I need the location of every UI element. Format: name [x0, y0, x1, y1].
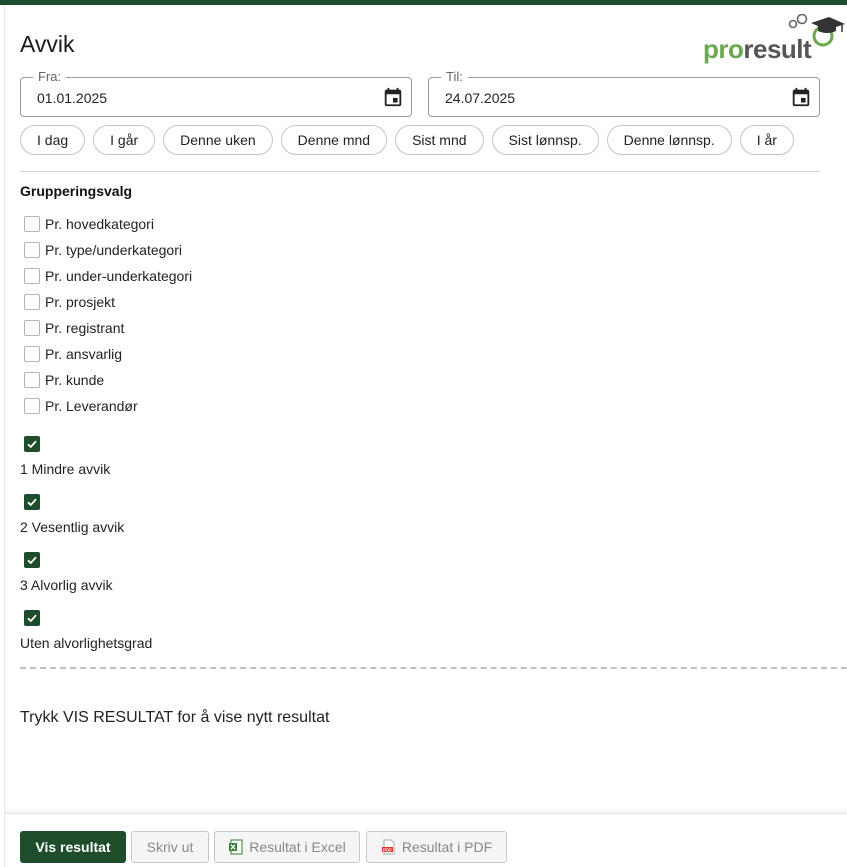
checkbox-checked[interactable]: [24, 436, 40, 452]
grouping-option-project[interactable]: Pr. prosjekt: [24, 289, 192, 315]
severity-2-label: 2 Vesentlig avvik: [20, 519, 125, 535]
grouping-option-sub-subcategory[interactable]: Pr. under-underkategori: [24, 263, 192, 289]
show-result-button[interactable]: Vis resultat: [20, 831, 126, 863]
top-accent-bar: [0, 0, 847, 5]
calendar-icon[interactable]: [382, 86, 404, 108]
grouping-option-supplier[interactable]: Pr. Leverandør: [24, 393, 192, 419]
grouping-option-subcategory[interactable]: Pr. type/underkategori: [24, 237, 192, 263]
from-date-field[interactable]: Fra: 01.01.2025: [20, 69, 412, 117]
option-label: Pr. kunde: [45, 372, 105, 388]
option-label: Pr. under-underkategori: [45, 268, 193, 284]
logo-pro-text: pro: [703, 34, 744, 64]
checkbox[interactable]: [24, 372, 40, 388]
quick-range-chips: I dag I går Denne uken Denne mnd Sist mn…: [20, 125, 794, 155]
severity-1-label: 1 Mindre avvik: [20, 461, 111, 477]
chip-this-week[interactable]: Denne uken: [163, 125, 273, 155]
grouping-option-customer[interactable]: Pr. kunde: [24, 367, 192, 393]
severity-none-label: Uten alvorlighetsgrad: [20, 635, 153, 651]
print-button[interactable]: Skriv ut: [131, 831, 209, 863]
chip-today[interactable]: I dag: [20, 125, 86, 155]
severity-3-label: 3 Alvorlig avvik: [20, 577, 113, 593]
left-border: [4, 5, 5, 867]
check-icon: [27, 614, 37, 623]
checkbox-checked[interactable]: [24, 610, 40, 626]
option-label: Pr. prosjekt: [45, 294, 116, 310]
chip-this-pay-period[interactable]: Denne lønnsp.: [606, 125, 732, 155]
chip-yesterday[interactable]: I går: [93, 125, 156, 155]
page-title: Avvik: [20, 31, 75, 57]
footer-divider: [5, 813, 847, 814]
section-divider: [20, 171, 820, 172]
to-date-label: Til:: [441, 69, 468, 84]
grouping-option-responsible[interactable]: Pr. ansvarlig: [24, 341, 192, 367]
grouping-options: Pr. hovedkategori Pr. type/underkategori…: [24, 211, 192, 419]
option-label: Pr. type/underkategori: [45, 242, 182, 258]
grouping-title: Grupperingsvalg: [20, 183, 133, 199]
from-date-label: Fra:: [33, 69, 67, 84]
option-label: Pr. hovedkategori: [45, 216, 154, 232]
severity-none-checkbox[interactable]: [24, 610, 40, 626]
result-message: Trykk VIS RESULTAT for å vise nytt resul…: [20, 709, 330, 726]
checkbox-checked[interactable]: [24, 552, 40, 568]
chip-this-year[interactable]: I år: [739, 125, 794, 155]
checkbox[interactable]: [24, 346, 40, 362]
checkbox[interactable]: [24, 294, 40, 310]
to-date-field[interactable]: Til: 24.07.2025: [428, 69, 820, 117]
pdf-export-button[interactable]: PDF Resultat i PDF: [366, 831, 507, 863]
proresult-logo: proresult: [703, 14, 845, 66]
severity-3-checkbox[interactable]: [24, 552, 40, 568]
excel-button-label: Resultat i Excel: [249, 839, 346, 855]
option-label: Pr. registrant: [45, 320, 125, 336]
chip-this-month[interactable]: Denne mnd: [280, 125, 388, 155]
checkbox[interactable]: [24, 320, 40, 336]
to-date-value[interactable]: 24.07.2025: [445, 90, 515, 106]
severity-2-checkbox[interactable]: [24, 494, 40, 510]
logo-graduation-icon: [788, 14, 845, 47]
severity-1-checkbox[interactable]: [24, 436, 40, 452]
checkbox[interactable]: [24, 268, 40, 284]
check-icon: [27, 440, 37, 449]
checkbox-checked[interactable]: [24, 494, 40, 510]
calendar-icon[interactable]: [790, 86, 812, 108]
checkbox[interactable]: [24, 216, 40, 232]
grouping-option-registrant[interactable]: Pr. registrant: [24, 315, 192, 341]
from-date-value[interactable]: 01.01.2025: [37, 90, 107, 106]
option-label: Pr. ansvarlig: [45, 346, 123, 362]
checkbox[interactable]: [24, 398, 40, 414]
chip-last-pay-period[interactable]: Sist lønnsp.: [491, 125, 599, 155]
svg-text:PDF: PDF: [383, 847, 392, 852]
option-label: Pr. Leverandør: [45, 398, 138, 414]
pdf-icon: PDF: [381, 839, 395, 855]
excel-icon: [229, 839, 243, 855]
chip-last-month[interactable]: Sist mnd: [395, 125, 484, 155]
check-icon: [27, 556, 37, 565]
check-icon: [27, 498, 37, 507]
excel-export-button[interactable]: Resultat i Excel: [214, 831, 360, 863]
checkbox[interactable]: [24, 242, 40, 258]
dashed-divider: [20, 667, 847, 669]
grouping-option-main-category[interactable]: Pr. hovedkategori: [24, 211, 192, 237]
pdf-button-label: Resultat i PDF: [401, 839, 493, 855]
